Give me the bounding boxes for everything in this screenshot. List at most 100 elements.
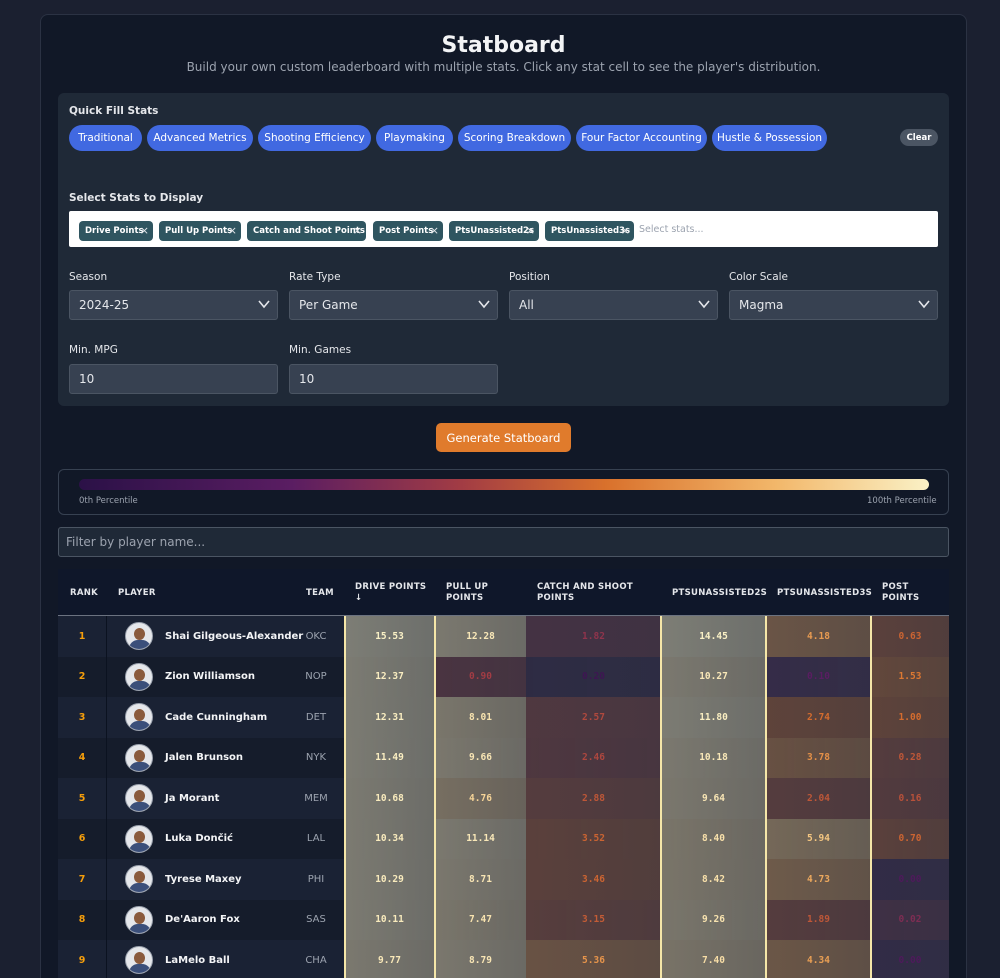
player-name[interactable]: Luka Dončić	[165, 819, 233, 860]
header-drive-points[interactable]: DRIVE POINTS ↓	[355, 582, 426, 604]
stat-cell[interactable]: 7.40	[661, 940, 766, 978]
stat-cell[interactable]: 12.37	[344, 656, 435, 697]
stat-cell[interactable]: 9.66	[435, 737, 526, 778]
player-name[interactable]: Zion Williamson	[165, 657, 255, 698]
quick-fill-playmaking-button[interactable]: Playmaking	[376, 125, 453, 151]
stat-cell[interactable]: 0.28	[871, 737, 949, 778]
stat-cell[interactable]: 1.82	[526, 616, 661, 657]
table-row[interactable]: 6 Luka Dončić LAL 10.34 11.14 3.52 8.40 5.94 0.7…	[58, 818, 949, 860]
header-ptsunassisted2s[interactable]: PTSUNASSISTED2S	[672, 588, 767, 599]
stat-cell[interactable]: 14.45	[661, 616, 766, 657]
quick-fill-scoring-breakdown-button[interactable]: Scoring Breakdown	[458, 125, 571, 151]
season-select[interactable]: 2024-25	[69, 290, 278, 320]
stat-cell[interactable]: 8.71	[435, 859, 526, 900]
min-mpg-input[interactable]: 10	[69, 364, 278, 394]
stat-cell[interactable]: 4.34	[766, 940, 871, 978]
chip-remove-icon[interactable]: ×	[621, 224, 630, 237]
table-row[interactable]: 4 Jalen Brunson NYK 11.49 9.66 2.46 10.18 3.78 0…	[58, 737, 949, 779]
stat-cell[interactable]: 2.46	[526, 737, 661, 778]
stat-cell[interactable]: 9.77	[344, 940, 435, 978]
stat-cell[interactable]: 2.74	[766, 697, 871, 738]
stat-cell[interactable]: 10.27	[661, 656, 766, 697]
stat-cell[interactable]: 1.00	[871, 697, 949, 738]
stat-cell[interactable]: 0.02	[871, 899, 949, 940]
stat-cell[interactable]: 4.76	[435, 778, 526, 819]
stat-cell[interactable]: 15.53	[344, 616, 435, 657]
player-filter-input[interactable]: Filter by player name...	[58, 527, 949, 557]
stat-cell[interactable]: 10.29	[344, 859, 435, 900]
stat-cell[interactable]: 8.40	[661, 818, 766, 859]
stat-cell[interactable]: 10.68	[344, 778, 435, 819]
chip-remove-icon[interactable]: ×	[353, 224, 362, 237]
stat-cell[interactable]: 5.94	[766, 818, 871, 859]
stat-cell[interactable]: 11.80	[661, 697, 766, 738]
quick-fill-traditional-button[interactable]: Traditional	[69, 125, 142, 151]
color-scale-select[interactable]: Magma	[729, 290, 938, 320]
stat-cell[interactable]: 1.53	[871, 656, 949, 697]
player-name[interactable]: Jalen Brunson	[165, 738, 243, 779]
stat-cell[interactable]: 1.89	[766, 899, 871, 940]
stat-cell[interactable]: 10.18	[661, 737, 766, 778]
chip-remove-icon[interactable]: ×	[140, 224, 149, 237]
player-name[interactable]: Ja Morant	[165, 778, 219, 819]
stat-cell[interactable]: 4.18	[766, 616, 871, 657]
rate-type-select[interactable]: Per Game	[289, 290, 498, 320]
stat-cell[interactable]: 0.00	[871, 940, 949, 978]
table-row[interactable]: 3 Cade Cunningham DET 12.31 8.01 2.57 11.80 2.7…	[58, 697, 949, 738]
chip-remove-icon[interactable]: ×	[228, 224, 237, 237]
stat-cell[interactable]: 0.10	[766, 656, 871, 697]
stat-cell[interactable]: 0.20	[526, 656, 661, 697]
stat-cell[interactable]: 9.26	[661, 899, 766, 940]
stat-cell[interactable]: 2.57	[526, 697, 661, 738]
stat-cell[interactable]: 3.52	[526, 818, 661, 859]
table-row[interactable]: 8 De'Aaron Fox SAS 10.11 7.47 3.15 9.26 1.89 0.0…	[58, 899, 949, 941]
table-row[interactable]: 7 Tyrese Maxey PHI 10.29 8.71 3.46 8.42 4.73 0.0…	[58, 859, 949, 900]
stat-cell[interactable]: 8.01	[435, 697, 526, 738]
clear-button[interactable]: Clear	[900, 129, 938, 146]
stat-cell[interactable]: 10.11	[344, 899, 435, 940]
stat-cell[interactable]: 3.15	[526, 899, 661, 940]
stat-cell[interactable]: 2.88	[526, 778, 661, 819]
stat-cell[interactable]: 2.04	[766, 778, 871, 819]
stat-cell[interactable]: 12.31	[344, 697, 435, 738]
chip-remove-icon[interactable]: ×	[430, 224, 439, 237]
table-row[interactable]: 1 Shai Gilgeous-Alexander OKC 15.53 12.28 1.8…	[58, 616, 949, 657]
position-select[interactable]: All	[509, 290, 718, 320]
chip-remove-icon[interactable]: ×	[526, 224, 535, 237]
generate-statboard-button[interactable]: Generate Statboard	[436, 423, 571, 452]
table-row[interactable]: 2 Zion Williamson NOP 12.37 0.90 0.20 10.27 0.1…	[58, 656, 949, 698]
quick-fill-shooting-efficiency-button[interactable]: Shooting Efficiency	[258, 125, 371, 151]
stat-cell[interactable]: 0.16	[871, 778, 949, 819]
quick-fill-four-factor-button[interactable]: Four Factor Accounting	[576, 125, 707, 151]
stat-cell[interactable]: 0.63	[871, 616, 949, 657]
stat-cell[interactable]: 11.49	[344, 737, 435, 778]
stat-cell[interactable]: 7.47	[435, 899, 526, 940]
table-row[interactable]: 5 Ja Morant MEM 10.68 4.76 2.88 9.64 2.04 0.16	[58, 778, 949, 819]
quick-fill-advanced-metrics-button[interactable]: Advanced Metrics	[147, 125, 253, 151]
stat-search-placeholder[interactable]: Select stats...	[639, 224, 704, 235]
header-post-points[interactable]: POST POINTS	[882, 582, 919, 604]
stat-cell[interactable]: 3.46	[526, 859, 661, 900]
stat-cell[interactable]: 4.73	[766, 859, 871, 900]
stat-cell[interactable]: 0.00	[871, 859, 949, 900]
stat-cell[interactable]: 10.34	[344, 818, 435, 859]
stat-cell[interactable]: 3.78	[766, 737, 871, 778]
player-name[interactable]: De'Aaron Fox	[165, 900, 240, 941]
table-row[interactable]: 9 LaMelo Ball CHA 9.77 8.79 5.36 7.40 4.34 0.00	[58, 940, 949, 978]
player-name[interactable]: Cade Cunningham	[165, 697, 267, 738]
player-name[interactable]: Tyrese Maxey	[165, 859, 242, 900]
stat-cell[interactable]: 8.79	[435, 940, 526, 978]
stat-cell[interactable]: 5.36	[526, 940, 661, 978]
quick-fill-hustle-possession-button[interactable]: Hustle & Possession	[712, 125, 827, 151]
player-name[interactable]: Shai Gilgeous-Alexander	[165, 616, 303, 657]
header-player[interactable]: PLAYER	[118, 588, 156, 599]
stat-cell[interactable]: 0.90	[435, 656, 526, 697]
header-catch-shoot-points[interactable]: CATCH AND SHOOT POINTS	[537, 582, 633, 604]
stat-cell[interactable]: 9.64	[661, 778, 766, 819]
stat-cell[interactable]: 11.14	[435, 818, 526, 859]
header-team[interactable]: TEAM	[306, 588, 334, 599]
header-rank[interactable]: RANK	[70, 588, 98, 599]
min-games-input[interactable]: 10	[289, 364, 498, 394]
stat-cell[interactable]: 0.70	[871, 818, 949, 859]
stat-cell[interactable]: 12.28	[435, 616, 526, 657]
